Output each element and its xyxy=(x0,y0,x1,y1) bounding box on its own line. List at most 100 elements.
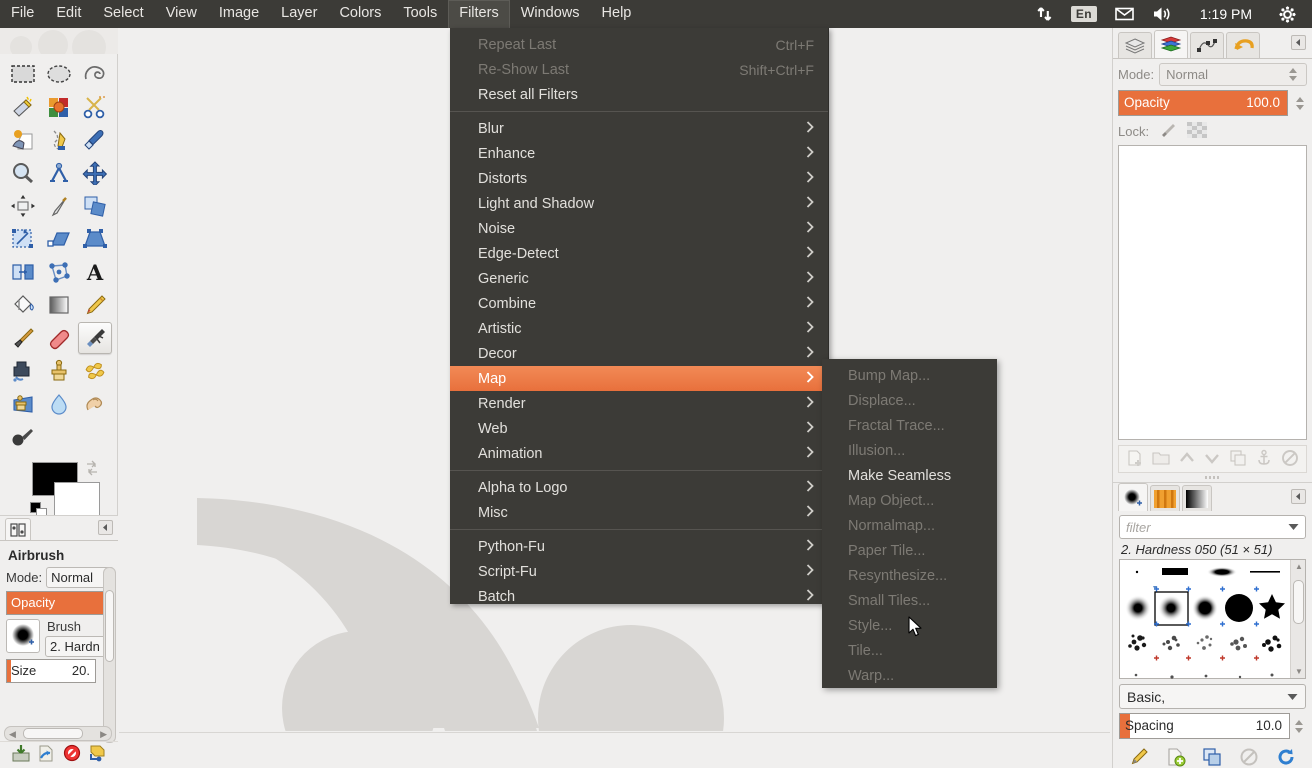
patterns-tab-icon[interactable] xyxy=(1150,485,1180,511)
tool-options-tab-icon[interactable] xyxy=(5,518,31,540)
tool-rect-select[interactable] xyxy=(6,58,40,90)
layer-opacity-slider[interactable]: Opacity 100.0 xyxy=(1118,90,1288,116)
menu-view[interactable]: View xyxy=(155,0,208,28)
brush-grid[interactable]: ▲ ▼ xyxy=(1119,559,1306,679)
tool-perspective[interactable] xyxy=(78,223,112,255)
menu-item-blur[interactable]: Blur xyxy=(450,116,828,141)
save-tool-preset-icon[interactable] xyxy=(12,744,30,765)
menu-item-distorts[interactable]: Distorts xyxy=(450,166,828,191)
paths-tab-icon[interactable] xyxy=(1190,32,1224,58)
menu-item-combine[interactable]: Combine xyxy=(450,291,828,316)
sync-indicator[interactable] xyxy=(1027,0,1062,28)
new-layer-group-icon[interactable] xyxy=(1152,449,1170,470)
raise-layer-icon[interactable] xyxy=(1178,449,1196,470)
layers-tab-icon[interactable] xyxy=(1118,32,1152,58)
menu-item-reshow-last[interactable]: Re-Show Last Shift+Ctrl+F xyxy=(450,57,828,82)
menu-item-noise[interactable]: Noise xyxy=(450,216,828,241)
tool-move[interactable] xyxy=(78,157,112,189)
tool-perspective-clone[interactable] xyxy=(6,388,40,420)
volume-indicator[interactable] xyxy=(1143,0,1183,28)
tool-cage-transform[interactable] xyxy=(42,256,76,288)
submenu-item-small-tiles[interactable]: Small Tiles... xyxy=(822,588,997,613)
menu-item-reset-all-filters[interactable]: Reset all Filters xyxy=(450,82,828,107)
tool-text[interactable]: A xyxy=(78,256,112,288)
tool-pencil[interactable] xyxy=(78,289,112,321)
menu-item-batch[interactable]: Batch xyxy=(450,584,828,609)
tool-blur-sharpen[interactable] xyxy=(42,388,76,420)
tool-crop[interactable] xyxy=(42,190,76,222)
tool-color-picker[interactable] xyxy=(78,124,112,156)
background-color-swatch[interactable] xyxy=(54,482,100,516)
tool-fuzzy-select[interactable] xyxy=(6,91,40,123)
layer-mode-spinner-icon[interactable] xyxy=(1286,68,1300,81)
lock-pixels-icon[interactable] xyxy=(1159,122,1177,141)
tool-measure[interactable] xyxy=(42,157,76,189)
tool-rotate[interactable] xyxy=(78,190,112,222)
settings-indicator[interactable] xyxy=(1269,0,1306,28)
layer-opacity-spinner-icon[interactable] xyxy=(1293,97,1307,110)
new-brush-icon[interactable] xyxy=(1166,747,1186,768)
brush-filter-input[interactable]: filter xyxy=(1119,515,1306,539)
menu-item-light-and-shadow[interactable]: Light and Shadow xyxy=(450,191,828,216)
tool-eraser[interactable] xyxy=(42,322,76,354)
menu-item-generic[interactable]: Generic xyxy=(450,266,828,291)
menu-item-artistic[interactable]: Artistic xyxy=(450,316,828,341)
menu-colors[interactable]: Colors xyxy=(328,0,392,28)
duplicate-brush-icon[interactable] xyxy=(1202,747,1222,768)
tool-airbrush[interactable] xyxy=(78,322,112,354)
lock-alpha-icon[interactable] xyxy=(1187,122,1207,141)
submenu-item-style[interactable]: Style... xyxy=(822,613,997,638)
new-layer-icon[interactable] xyxy=(1126,449,1144,470)
clock[interactable]: 1:19 PM xyxy=(1183,0,1269,28)
tool-gradient[interactable] xyxy=(42,289,76,321)
tool-ink[interactable] xyxy=(6,355,40,387)
submenu-item-displace[interactable]: Displace... xyxy=(822,388,997,413)
tool-alignment[interactable] xyxy=(6,190,40,222)
brushes-tab-icon[interactable] xyxy=(1118,483,1148,511)
restore-tool-preset-icon[interactable] xyxy=(37,744,55,765)
lower-layer-icon[interactable] xyxy=(1203,449,1221,470)
tool-options-brush-combo[interactable]: 2. Hardn xyxy=(45,636,112,657)
brush-grid-scrollbar[interactable]: ▲ ▼ xyxy=(1290,560,1305,678)
refresh-brushes-icon[interactable] xyxy=(1276,747,1296,768)
brush-spacing-spinner-icon[interactable] xyxy=(1292,720,1306,733)
tool-foreground-select[interactable] xyxy=(6,124,40,156)
submenu-item-bump-map[interactable]: Bump Map... xyxy=(822,363,997,388)
submenu-item-resynthesize[interactable]: Resynthesize... xyxy=(822,563,997,588)
tool-options-horizontal-scrollbar[interactable]: ◀▶ xyxy=(4,726,112,741)
submenu-item-paper-tile[interactable]: Paper Tile... xyxy=(822,538,997,563)
tool-heal[interactable] xyxy=(78,355,112,387)
swap-colors-icon[interactable] xyxy=(84,460,100,476)
reset-tool-options-icon[interactable] xyxy=(88,744,106,765)
tool-free-select[interactable] xyxy=(78,58,112,90)
brushes-dock-collapse-icon[interactable] xyxy=(1291,489,1306,504)
tool-zoom[interactable] xyxy=(6,157,40,189)
menu-item-enhance[interactable]: Enhance xyxy=(450,141,828,166)
submenu-item-make-seamless[interactable]: Make Seamless xyxy=(822,463,997,488)
menu-item-edge-detect[interactable]: Edge-Detect xyxy=(450,241,828,266)
tool-options-collapse-icon[interactable] xyxy=(98,520,113,535)
submenu-item-tile[interactable]: Tile... xyxy=(822,638,997,663)
menu-item-web[interactable]: Web xyxy=(450,416,828,441)
layer-mode-combo[interactable]: Normal xyxy=(1159,63,1307,86)
tool-options-vertical-scrollbar[interactable] xyxy=(103,567,116,743)
undo-history-tab-icon[interactable] xyxy=(1226,32,1260,58)
anchor-layer-icon[interactable] xyxy=(1255,449,1273,470)
menu-select[interactable]: Select xyxy=(92,0,154,28)
menu-layer[interactable]: Layer xyxy=(270,0,328,28)
submenu-item-normalmap[interactable]: Normalmap... xyxy=(822,513,997,538)
tool-options-opacity-slider[interactable]: Opacity xyxy=(6,591,112,615)
tool-paintbrush[interactable] xyxy=(6,322,40,354)
tool-scale[interactable] xyxy=(6,223,40,255)
duplicate-layer-icon[interactable] xyxy=(1229,449,1247,470)
submenu-item-warp[interactable]: Warp... xyxy=(822,663,997,688)
submenu-item-map-object[interactable]: Map Object... xyxy=(822,488,997,513)
mail-indicator[interactable] xyxy=(1106,0,1143,28)
menu-windows[interactable]: Windows xyxy=(510,0,591,28)
edit-brush-icon[interactable] xyxy=(1129,747,1149,768)
delete-tool-preset-icon[interactable] xyxy=(63,744,81,765)
delete-layer-icon[interactable] xyxy=(1281,449,1299,470)
menu-item-decor[interactable]: Decor xyxy=(450,341,828,366)
menu-item-alpha-to-logo[interactable]: Alpha to Logo xyxy=(450,475,828,500)
menu-image[interactable]: Image xyxy=(208,0,270,28)
